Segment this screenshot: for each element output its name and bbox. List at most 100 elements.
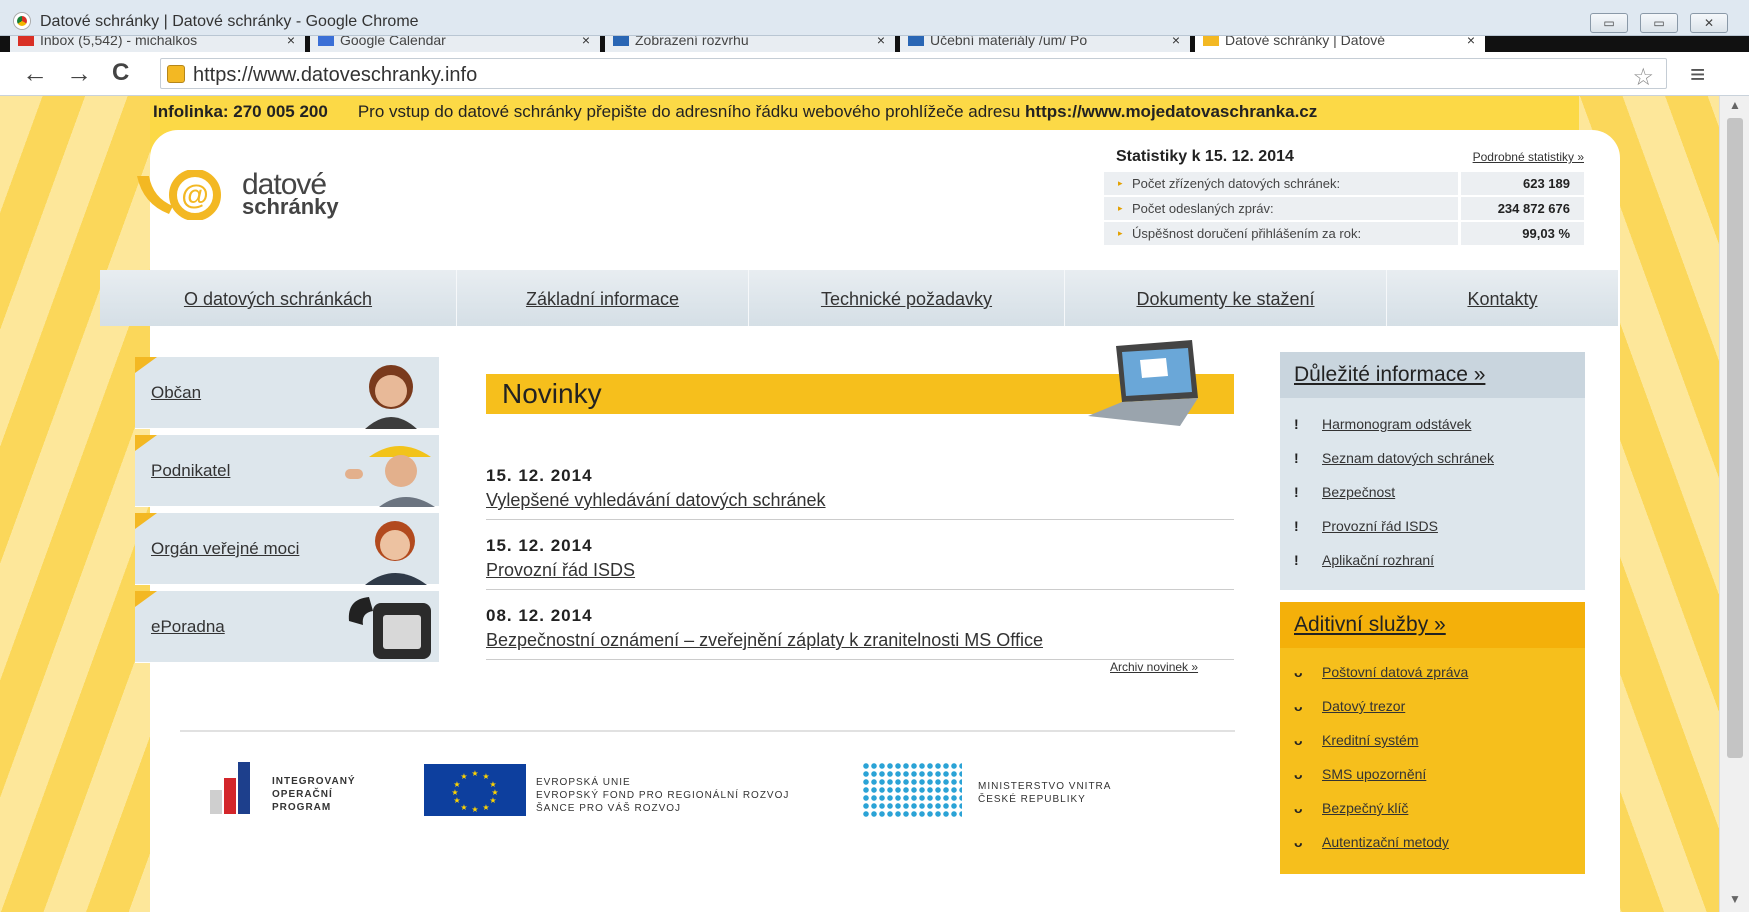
tab-calendar[interactable]: Google Calendar ×: [310, 36, 600, 52]
scroll-up-icon[interactable]: ▲: [1729, 98, 1741, 112]
chrome-menu-icon[interactable]: ≡: [1690, 59, 1705, 90]
important-item[interactable]: ! Bezpečnost: [1294, 484, 1395, 500]
side-link[interactable]: Orgán veřejné moci: [151, 513, 299, 585]
title-bar: Datové schránky | Datové schránky - Goog…: [0, 0, 1749, 36]
nav-zakladni-informace[interactable]: Základní informace: [457, 270, 749, 326]
stats-detail-link[interactable]: Podrobné statistiky »: [1473, 150, 1584, 164]
exclamation-icon: !: [1294, 450, 1299, 466]
at-logo-icon: @: [137, 170, 221, 220]
news-link[interactable]: Bezpečnostní oznámení – zveřejnění zápla…: [486, 630, 1043, 651]
service-item[interactable]: ᴗ Datový trezor: [1294, 698, 1405, 714]
tab-gmail[interactable]: Inbox (5,542) - michalkos ×: [10, 36, 305, 52]
important-item[interactable]: ! Aplikační rozhraní: [1294, 552, 1434, 568]
footer-line: ČESKÉ REPUBLIKY: [978, 794, 1086, 805]
address-bar[interactable]: https://www.datoveschranky.info ☆: [160, 58, 1667, 92]
footer-iop-text: INTEGROVANÝ OPERAČNÍ PROGRAM: [272, 775, 356, 814]
footer-line: MINISTERSTVO VNITRA: [978, 781, 1112, 792]
close-window-button[interactable]: ✕: [1690, 13, 1728, 33]
tab-label: Datové schránky | Datové: [1225, 36, 1386, 48]
news-date: 08. 12. 2014: [486, 606, 593, 625]
important-item[interactable]: ! Seznam datových schránek: [1294, 450, 1494, 466]
service-item[interactable]: ᴗ Poštovní datová zpráva: [1294, 664, 1468, 680]
nav-o-datovych-schrankach[interactable]: O datových schránkách: [100, 270, 457, 326]
side-item-obcan[interactable]: Občan: [135, 357, 439, 429]
bullet-icon: ▸: [1118, 203, 1123, 213]
stats-row: Počet odeslaných zpráv: ▸ 234 872 676: [1104, 197, 1584, 220]
window-title: Datové schránky | Datové schránky - Goog…: [40, 13, 419, 30]
services-title[interactable]: Aditivní služby »: [1280, 602, 1585, 648]
chrome-icon: [14, 13, 30, 29]
tab-close-icon[interactable]: ×: [1467, 36, 1475, 47]
important-info-title[interactable]: Důležité informace »: [1280, 352, 1585, 398]
woman-photo-icon: [365, 365, 417, 429]
worker-photo-icon: [345, 446, 435, 507]
news-link[interactable]: Vylepšené vyhledávání datových schránek: [486, 490, 826, 511]
tab-label: Inbox (5,542) - michalkos: [40, 36, 198, 48]
service-link[interactable]: Autentizační metody: [1322, 834, 1449, 850]
service-link[interactable]: Datový trezor: [1322, 698, 1405, 714]
important-item[interactable]: ! Provozní řád ISDS: [1294, 518, 1438, 534]
minimize-button[interactable]: ▭: [1590, 13, 1628, 33]
side-link[interactable]: ePoradna: [151, 591, 225, 663]
news-archive-link[interactable]: Archiv novinek »: [1110, 660, 1198, 674]
tab-close-icon[interactable]: ×: [1172, 36, 1180, 47]
service-item[interactable]: ᴗ Bezpečný klíč: [1294, 800, 1408, 816]
important-link[interactable]: Bezpečnost: [1322, 484, 1395, 500]
stats-value: 234 872 676: [1458, 197, 1584, 220]
scroll-down-icon[interactable]: ▼: [1729, 892, 1741, 906]
side-item-organ-verejne-moci[interactable]: Orgán veřejné moci: [135, 513, 439, 585]
bullet-ring-icon: ᴗ: [1294, 664, 1303, 680]
side-link[interactable]: Občan: [151, 357, 201, 429]
gmail-icon: [18, 36, 34, 46]
infobar-url: https://www.mojedatovaschranka.cz: [1025, 102, 1318, 121]
exclamation-icon: !: [1294, 416, 1299, 432]
service-item[interactable]: ᴗ Autentizační metody: [1294, 834, 1449, 850]
scroll-thumb[interactable]: [1727, 118, 1743, 758]
back-button[interactable]: ←: [22, 60, 48, 86]
logo-line2: schránky: [242, 194, 339, 219]
svg-text:★: ★: [460, 772, 467, 781]
nav-technicke-pozadavky[interactable]: Technické požadavky: [749, 270, 1065, 326]
forward-button[interactable]: →: [66, 60, 92, 86]
service-item[interactable]: ᴗ Kreditní systém: [1294, 732, 1418, 748]
maximize-button[interactable]: ▭: [1640, 13, 1678, 33]
tab-close-icon[interactable]: ×: [582, 36, 590, 47]
tab-datove-schranky[interactable]: Datové schránky | Datové ×: [1195, 36, 1485, 52]
side-item-eporadna[interactable]: ePoradna: [135, 591, 439, 663]
tab-materialy[interactable]: Učební materiály /um/ Po ×: [900, 36, 1190, 52]
tab-close-icon[interactable]: ×: [287, 36, 295, 47]
side-item-podnikatel[interactable]: Podnikatel: [135, 435, 439, 507]
service-link[interactable]: Kreditní systém: [1322, 732, 1418, 748]
nav-kontakty[interactable]: Kontakty: [1387, 270, 1618, 326]
stats-row: Počet zřízených datových schránek: ▸ 623 1…: [1104, 172, 1584, 195]
infobar-message: Pro vstup do datové schránky přepište do…: [357, 102, 1021, 121]
stats-value: 623 189: [1458, 172, 1584, 195]
side-link[interactable]: Podnikatel: [151, 435, 230, 507]
footer-line: INTEGROVANÝ: [272, 776, 356, 787]
important-link[interactable]: Harmonogram odstávek: [1322, 416, 1471, 432]
footer-line: EVROPSKÁ UNIE: [536, 777, 631, 788]
service-link[interactable]: Poštovní datová zpráva: [1322, 664, 1468, 680]
news-date: 15. 12. 2014: [486, 536, 593, 555]
bullet-icon: ▸: [1118, 178, 1123, 188]
bookmark-star-icon[interactable]: ☆: [1632, 63, 1654, 92]
reload-button[interactable]: C: [112, 60, 129, 86]
tab-close-icon[interactable]: ×: [877, 36, 885, 47]
site-icon: [908, 36, 924, 46]
service-item[interactable]: ᴗ SMS upozornění: [1294, 766, 1426, 782]
scrollbar[interactable]: ▲ ▼: [1719, 96, 1749, 912]
news-link[interactable]: Provozní řád ISDS: [486, 560, 635, 581]
important-link[interactable]: Aplikační rozhraní: [1322, 552, 1434, 568]
service-link[interactable]: SMS upozornění: [1322, 766, 1426, 782]
site-logo[interactable]: @ datové schránky: [135, 170, 355, 230]
tab-rozvrh[interactable]: Zobrazení rozvrhu ×: [605, 36, 895, 52]
important-item[interactable]: ! Harmonogram odstávek: [1294, 416, 1471, 432]
nav-dokumenty-ke-stazeni[interactable]: Dokumenty ke stažení: [1065, 270, 1387, 326]
news-item: 15. 12. 2014 Vylepšené vyhledávání datový…: [486, 450, 1234, 520]
news-item: 08. 12. 2014 Bezpečnostní oznámení – zveř…: [486, 590, 1234, 660]
important-link[interactable]: Provozní řád ISDS: [1322, 518, 1438, 534]
lock-icon: [167, 65, 185, 83]
important-link[interactable]: Seznam datových schránek: [1322, 450, 1494, 466]
service-link[interactable]: Bezpečný klíč: [1322, 800, 1408, 816]
calendar-icon: [318, 36, 334, 46]
